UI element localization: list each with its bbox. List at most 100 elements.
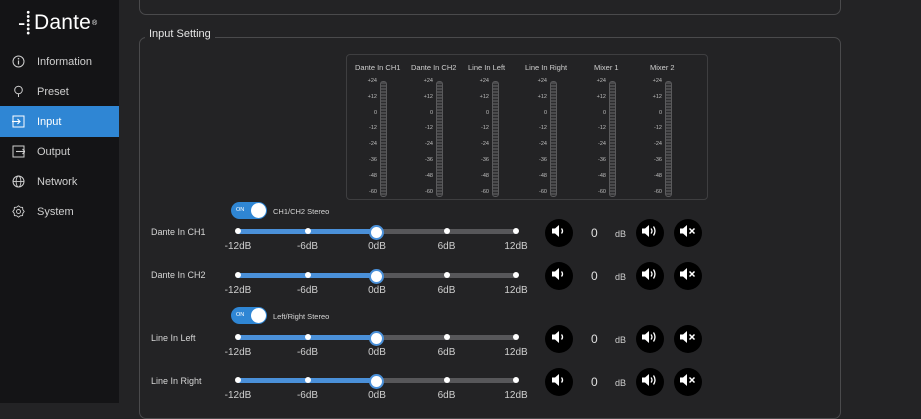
slider-step-dot [235,377,241,383]
volume-down-button[interactable] [545,368,573,396]
sidebar: -⸽ Dante ® Information Preset Input Outp… [0,0,119,403]
gain-unit: dB [615,378,627,388]
mute-icon [679,267,697,286]
sidebar-item-system[interactable]: System [0,196,119,227]
left-right-stereo-toggle[interactable]: ON [231,307,267,324]
volume-up-button[interactable] [636,325,664,353]
slider-step-dot [513,377,519,383]
ch1-ch2-stereo-toggle[interactable]: ON [231,202,267,219]
toggle-state: ON [236,312,245,318]
meter-scale-label: 0 [602,109,606,116]
toggle-state: ON [236,207,245,213]
gain-slider-line-in-right[interactable]: -12dB -6dB 0dB 6dB 12dB [225,374,528,401]
slider-thumb[interactable] [369,331,384,346]
slider-tick-label: 0dB [368,241,386,252]
output-icon [11,145,25,159]
preset-icon [11,85,25,99]
slider-step-dot [235,228,241,234]
slider-thumb[interactable] [369,225,384,240]
gain-unit: dB [615,229,627,239]
section-title: Input Setting [145,28,215,40]
meter-scale-label: -12 [598,125,606,132]
meter-scale-label: 0 [543,109,547,116]
meter-scale-label: -60 [539,188,547,195]
meter-scale-label: -12 [654,125,662,132]
meter-scale-label: 0 [658,109,662,116]
level-meters: Dante In CH1 +24 +12 0 -12 -24 -36 -48 -60 Dant… [346,54,708,200]
meter-title: Mixer 1 [594,63,619,72]
gear-icon [11,205,25,219]
sidebar-item-information[interactable]: Information [0,46,119,77]
slider-thumb[interactable] [369,269,384,284]
volume-up-button[interactable] [636,219,664,247]
gain-slider-line-in-left[interactable]: -12dB -6dB 0dB 6dB 12dB [225,331,528,358]
sidebar-item-output[interactable]: Output [0,136,119,167]
slider-tick-label: -12dB [224,241,252,252]
volume-down-button[interactable] [545,262,573,290]
mute-button[interactable] [674,219,702,247]
meter-scale-label: +12 [537,93,547,100]
meter-scale-label: -36 [481,157,489,163]
gain-slider-dante-in-ch1[interactable]: -12dB -6dB 0dB 6dB 12dB [225,225,528,252]
meter-scale-label: -12 [425,125,433,132]
slider-step-dot [443,272,450,278]
meter-scale-label: -36 [539,157,547,163]
channel-label-dante-in-ch1: Dante In CH1 [151,227,206,237]
meter-bar [380,81,387,197]
gain-unit: dB [615,272,627,282]
meter-scale-label: +12 [479,93,489,100]
gain-unit: dB [615,335,627,345]
gain-value: 0 [591,269,598,283]
meter-scale-label: -24 [481,141,489,148]
dante-logo-mark: -⸽ [18,10,31,35]
sidebar-item-label: Preset [37,85,69,98]
volume-down-button[interactable] [545,325,573,353]
slider-tick-label: 0dB [368,347,386,358]
slider-tick-label: -6dB [296,347,319,358]
volume-up-icon [641,224,659,243]
mute-button[interactable] [674,325,702,353]
slider-step-dot [304,228,311,234]
meter-title: Line In Right [525,63,568,72]
volume-up-button[interactable] [636,262,664,290]
slider-tick-label: -6dB [296,285,319,296]
mute-button[interactable] [674,262,702,290]
meter-title: Dante In CH1 [355,63,401,72]
sidebar-item-preset[interactable]: Preset [0,76,119,107]
meter-scale-label: -36 [425,157,433,163]
meter-scale-label: -60 [369,188,377,195]
slider-tick-label: -12dB [224,347,252,358]
volume-up-button[interactable] [636,368,664,396]
slider-tick-label: -6dB [296,390,319,401]
registered-mark: ® [92,19,98,27]
mute-button[interactable] [674,368,702,396]
meter-bar [609,81,616,197]
slider-tick-label: 12dB [504,241,528,252]
volume-up-icon [641,267,659,286]
toggle-knob [251,203,266,218]
meter-scale-label: +24 [423,78,433,84]
gain-slider-dante-in-ch2[interactable]: -12dB -6dB 0dB 6dB 12dB [225,269,528,296]
slider-tick-label: 0dB [368,390,386,401]
slider-tick-label: 12dB [504,390,528,401]
sidebar-item-input[interactable]: Input [0,106,119,137]
meter-scale-label: -24 [598,141,606,148]
slider-step-dot [443,228,450,234]
slider-tick-label: 12dB [504,285,528,296]
volume-down-button[interactable] [545,219,573,247]
dante-logo: -⸽ Dante ® [18,10,97,36]
meter-scale-label: -36 [369,157,377,163]
slider-step-dot [513,228,519,234]
meter-scale-label: -36 [598,157,606,163]
slider-tick-label: -12dB [224,285,252,296]
slider-thumb[interactable] [369,374,384,389]
toggle-knob [251,308,266,323]
meter-scale-label: +12 [596,93,606,100]
meter-scale-label: -24 [539,141,547,148]
slider-step-dot [513,334,519,340]
meter-scale-label: +24 [537,78,547,84]
meter-title: Mixer 2 [650,63,675,72]
meter-scale-label: -24 [654,141,662,148]
meter-scale-label: -24 [425,141,433,148]
sidebar-item-network[interactable]: Network [0,166,119,197]
